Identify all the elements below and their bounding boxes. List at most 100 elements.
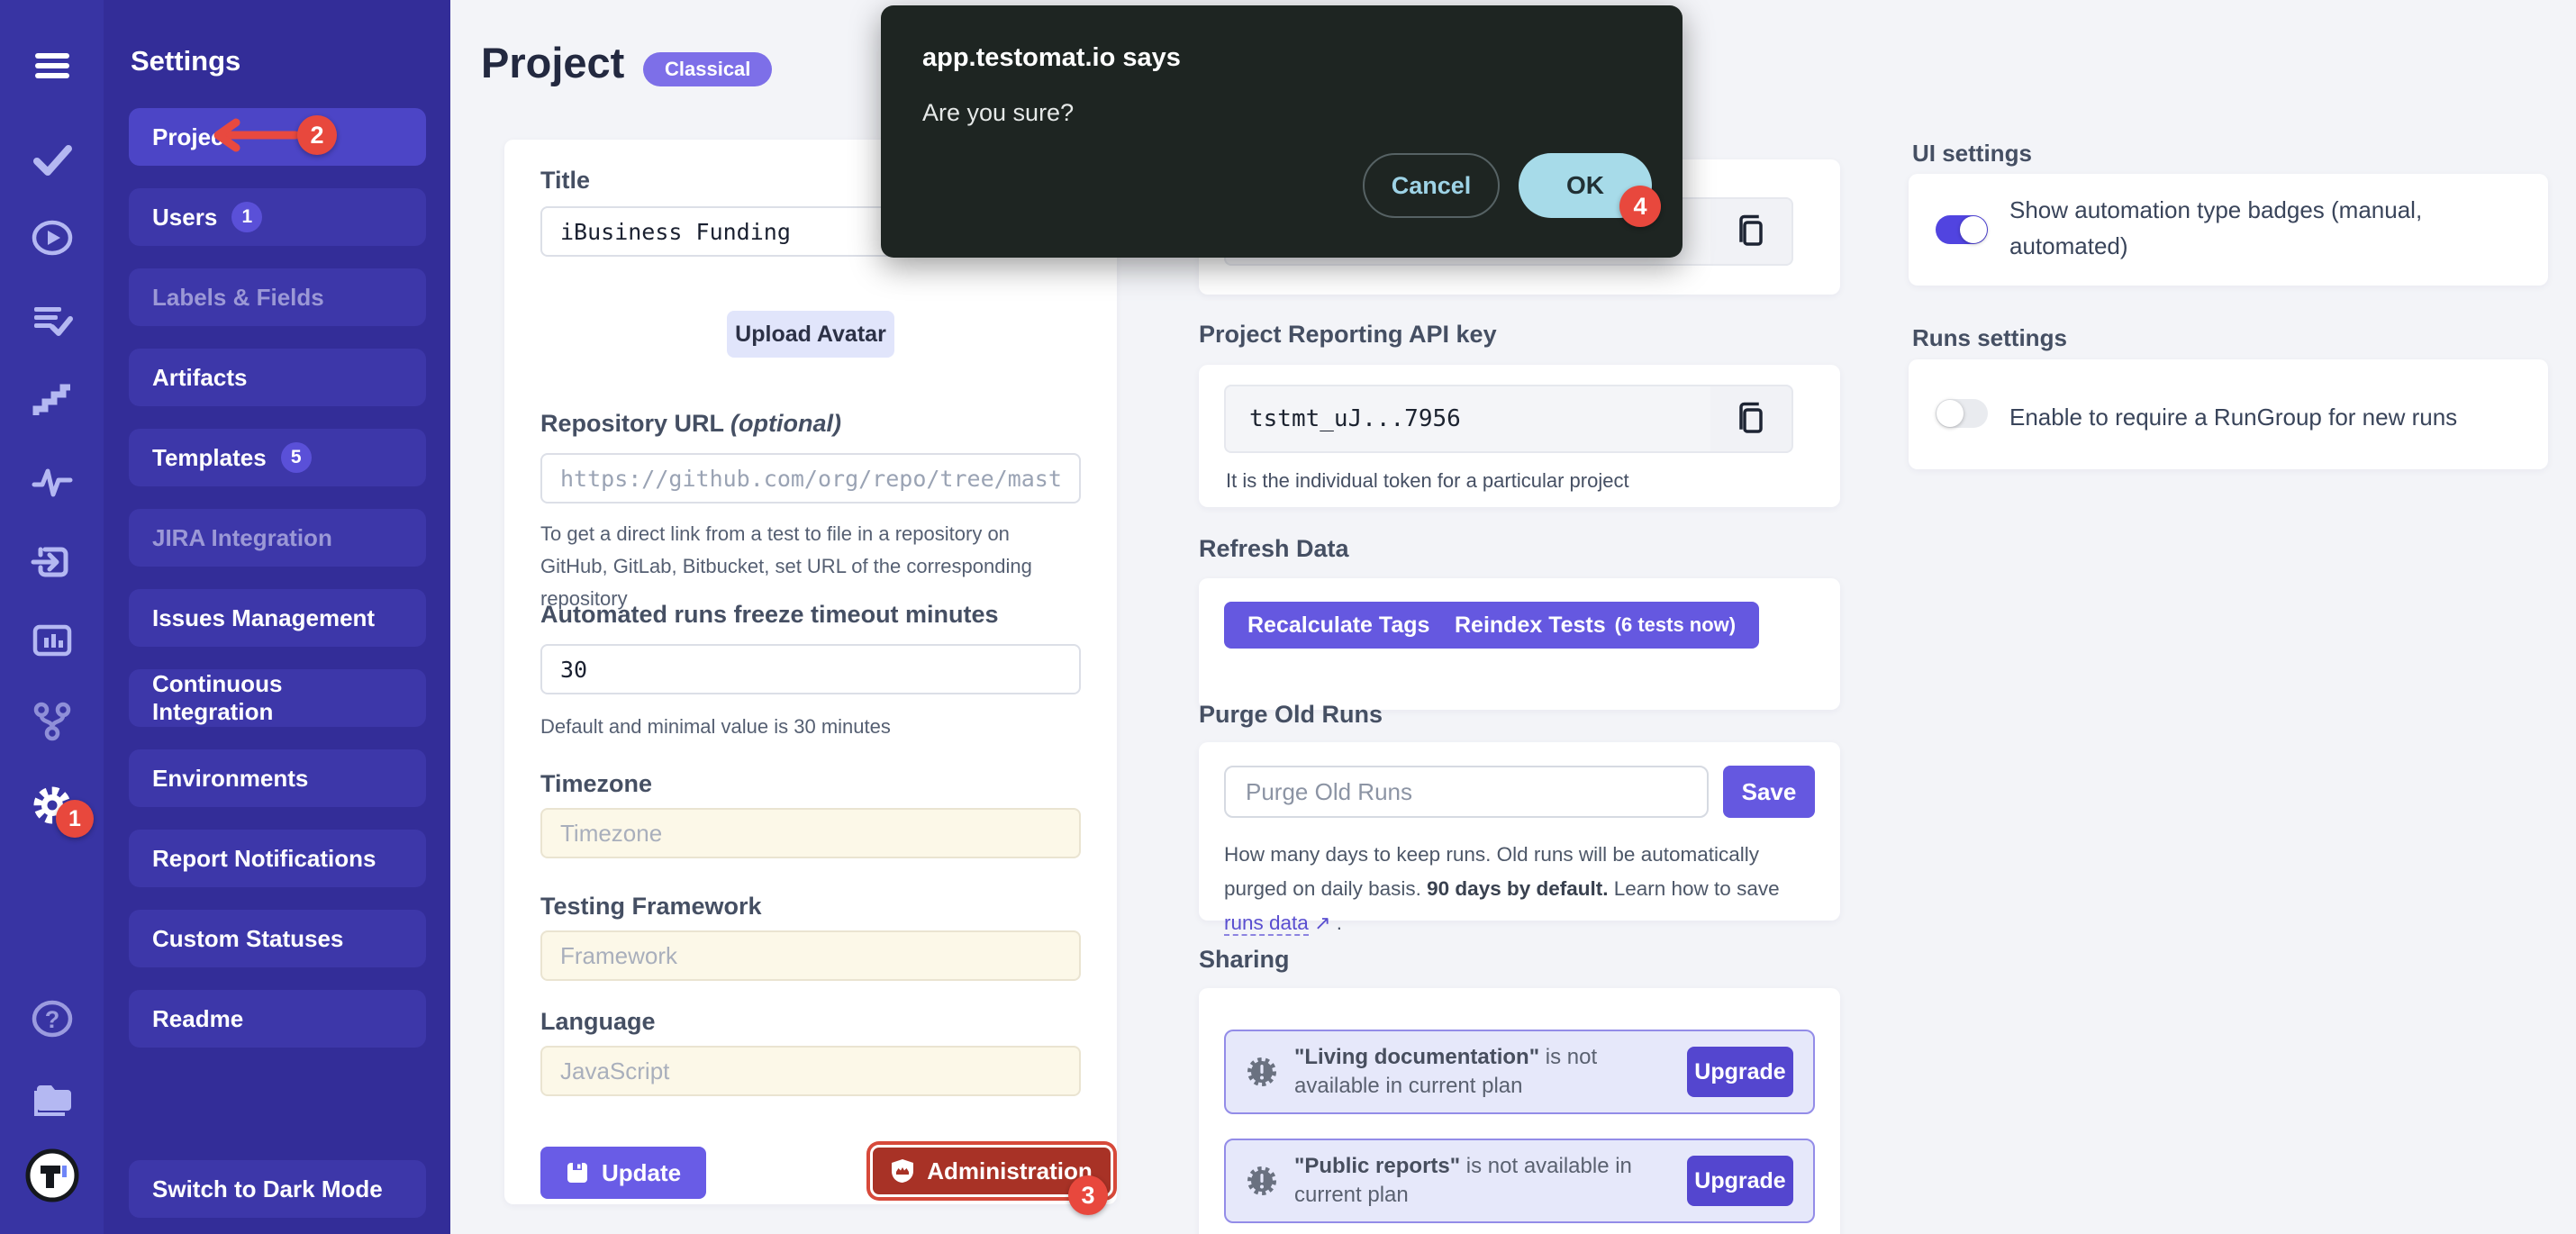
sidebar-item-label: Labels & Fields (152, 284, 324, 312)
sidebar-item-label: Templates (152, 444, 267, 472)
sidebar-item-label: Users (152, 204, 217, 231)
purge-old-runs-card: Save How many days to keep runs. Old run… (1199, 742, 1840, 921)
upgrade-button[interactable]: Upgrade (1687, 1156, 1793, 1206)
list-check-icon (29, 297, 76, 344)
copy-icon (1736, 213, 1766, 250)
sidebar-item-custom-statuses[interactable]: Custom Statuses (129, 910, 426, 967)
folder-icon (28, 1075, 77, 1123)
living-documentation-banner: "Living documentation" is not available … (1224, 1030, 1815, 1114)
page-title: Project (481, 38, 624, 87)
upgrade-button[interactable]: Upgrade (1687, 1047, 1793, 1097)
banner-text: "Public reports" is not available in cur… (1294, 1152, 1655, 1210)
title-label: Title (540, 167, 590, 195)
dialog-message: Are you sure? (922, 99, 1074, 127)
hamburger-icon (29, 42, 76, 89)
repository-url-label-text: Repository URL (540, 410, 730, 437)
testing-framework-label: Testing Framework (540, 893, 762, 921)
update-button[interactable]: Update (540, 1147, 706, 1199)
sign-in-icon (29, 539, 76, 585)
administration-button-label: Administration (927, 1157, 1092, 1185)
settings-sidebar: Settings Project Users 1 Labels & Fields… (104, 0, 450, 1234)
sidebar-item-readme[interactable]: Readme (129, 990, 426, 1048)
refresh-data-label: Refresh Data (1199, 535, 1349, 563)
language-input[interactable] (540, 1046, 1081, 1096)
sidebar-title: Settings (131, 45, 240, 77)
sidebar-item-artifacts[interactable]: Artifacts (129, 349, 426, 406)
reindex-label: Reindex Tests (1455, 612, 1606, 639)
ui-settings-card: Show automation type badges (manual, aut… (1909, 174, 2548, 286)
tests-nav-button[interactable] (0, 134, 104, 185)
copy-icon (1736, 401, 1766, 437)
optional-hint: (optional) (730, 410, 841, 437)
sidebar-item-environments[interactable]: Environments (129, 749, 426, 807)
external-link-icon: ↗ (1314, 912, 1330, 934)
sidebar-item-users[interactable]: Users 1 (129, 188, 426, 246)
badge-exclamation-icon (1246, 1165, 1278, 1197)
ui-settings-label: UI settings (1912, 140, 2032, 168)
repository-url-label: Repository URL (optional) (540, 410, 841, 438)
reindex-tests-button[interactable]: Reindex Tests (6 tests now) (1431, 602, 1759, 649)
steps-icon (29, 377, 76, 424)
automation-badges-toggle[interactable] (1936, 215, 1988, 244)
sidebar-item-label: JIRA Integration (152, 524, 332, 552)
api-key-group: tstmt_uJ...7956 (1224, 385, 1793, 453)
feature-name: "Public reports" (1294, 1154, 1460, 1178)
reporting-api-key-card: tstmt_uJ...7956 It is the individual tok… (1199, 365, 1840, 507)
rungroup-text: Enable to require a RunGroup for new run… (2009, 399, 2523, 435)
purge-help: How many days to keep runs. Old runs wil… (1224, 838, 1791, 940)
import-nav-button[interactable] (0, 537, 104, 587)
language-label: Language (540, 1008, 656, 1036)
project-type-badge: Classical (643, 52, 772, 86)
api-key-help: It is the individual token for a particu… (1226, 469, 1629, 493)
sharing-card: "Living documentation" is not available … (1199, 988, 1840, 1234)
sidebar-item-ci[interactable]: Continuous Integration (129, 669, 426, 727)
sidebar-item-report-notifications[interactable]: Report Notifications (129, 830, 426, 887)
sidebar-item-jira[interactable]: JIRA Integration (129, 509, 426, 567)
copy-project-id-button[interactable] (1710, 197, 1793, 266)
purge-days-input[interactable] (1224, 766, 1709, 818)
account-avatar[interactable] (0, 1150, 104, 1201)
runs-data-link[interactable]: runs data (1224, 912, 1309, 936)
templates-count-badge: 5 (281, 442, 312, 473)
plans-nav-button[interactable] (0, 295, 104, 346)
save-icon (566, 1161, 589, 1184)
upload-avatar-button[interactable]: Upload Avatar (727, 311, 894, 358)
runs-nav-button[interactable] (0, 213, 104, 263)
sidebar-item-label: Report Notifications (152, 845, 376, 873)
reports-nav-button[interactable] (0, 615, 104, 666)
svg-text:?: ? (44, 1006, 59, 1033)
public-reports-banner: "Public reports" is not available in cur… (1224, 1139, 1815, 1223)
sidebar-item-label: Custom Statuses (152, 925, 343, 953)
branches-nav-button[interactable] (0, 695, 104, 746)
timezone-input[interactable] (540, 808, 1081, 858)
sidebar-item-label: Environments (152, 765, 308, 793)
sidebar-item-label: Artifacts (152, 364, 247, 392)
analytics-nav-button[interactable] (0, 456, 104, 506)
save-button[interactable]: Save (1723, 766, 1815, 818)
testing-framework-input[interactable] (540, 930, 1081, 981)
question-icon: ? (29, 995, 76, 1042)
sidebar-item-templates[interactable]: Templates 5 (129, 429, 426, 486)
git-fork-icon (29, 697, 76, 744)
api-key-value: tstmt_uJ...7956 (1224, 385, 1710, 453)
freeze-timeout-input[interactable] (540, 644, 1081, 694)
milestones-nav-button[interactable] (0, 376, 104, 426)
copy-api-key-button[interactable] (1710, 385, 1793, 453)
toggle-knob (1937, 400, 1964, 427)
rungroup-toggle[interactable] (1936, 399, 1988, 428)
sidebar-item-issues[interactable]: Issues Management (129, 589, 426, 647)
repository-url-input[interactable] (540, 453, 1081, 504)
projects-button[interactable] (0, 1074, 104, 1124)
annotation-4: 4 (1619, 186, 1661, 227)
purge-help-bold: 90 days by default. (1427, 877, 1608, 900)
cancel-button[interactable]: Cancel (1363, 153, 1500, 218)
help-button[interactable]: ? (0, 994, 104, 1044)
sidebar-item-labels-fields[interactable]: Labels & Fields (129, 268, 426, 326)
dark-mode-toggle-button[interactable]: Switch to Dark Mode (129, 1160, 426, 1218)
annotation-2: 2 (297, 115, 337, 155)
bar-chart-icon (29, 617, 76, 664)
menu-button[interactable] (0, 41, 104, 91)
recalculate-tags-button[interactable]: Recalculate Tags (1224, 602, 1453, 649)
app-window: ? Settings Project Users 1 Label (0, 0, 2576, 1234)
annotation-3: 3 (1068, 1175, 1108, 1215)
